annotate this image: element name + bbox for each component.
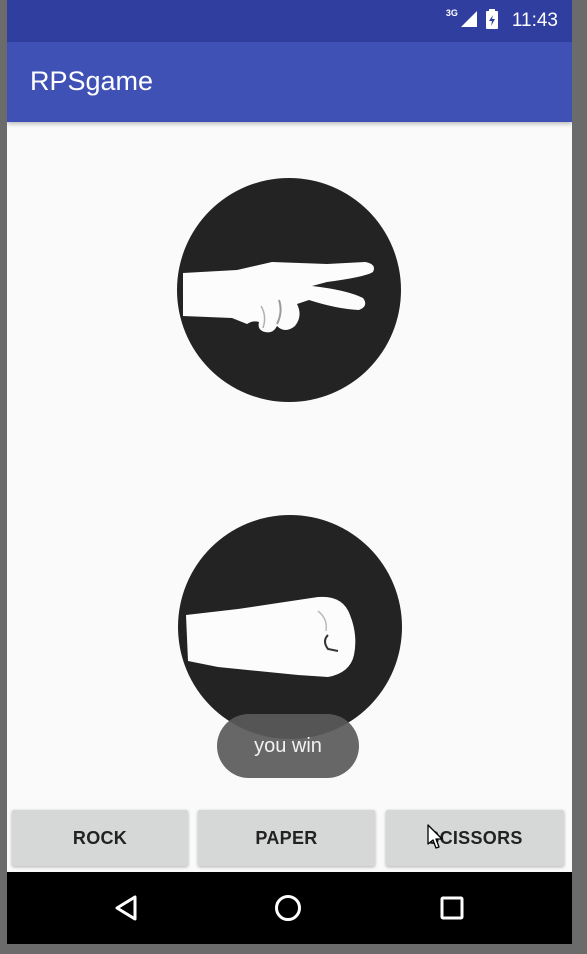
recent-apps-icon[interactable]: [436, 892, 468, 924]
result-toast: you win: [217, 714, 359, 778]
battery-icon: [485, 8, 498, 34]
status-bar: 3G 11:43: [7, 0, 572, 42]
player-hand-image: [178, 515, 402, 739]
toast-message: you win: [254, 734, 322, 757]
network-type: 3G: [445, 8, 458, 18]
emulator-frame: 3G 11:43 RPSgame you win ROCK PAPER SCIS…: [0, 0, 587, 954]
phone-screen: 3G 11:43 RPSgame you win ROCK PAPER SCIS…: [7, 0, 572, 944]
scissors-hand-icon: [183, 262, 374, 333]
paper-button[interactable]: PAPER: [198, 810, 375, 866]
rock-fist-icon: [186, 596, 356, 677]
computer-hand-image: [177, 178, 401, 402]
app-bar: RPSgame: [7, 42, 572, 122]
navigation-bar: [7, 872, 572, 944]
status-icons: 3G 11:43: [446, 0, 558, 42]
app-title: RPSgame: [30, 66, 154, 96]
signal-icon: [460, 10, 478, 33]
rock-button[interactable]: ROCK: [12, 810, 188, 866]
home-icon[interactable]: [272, 892, 304, 924]
back-icon[interactable]: [111, 892, 143, 924]
clock: 11:43: [511, 10, 558, 31]
mouse-cursor-icon: [427, 824, 443, 849]
scissors-button[interactable]: SCISSORS: [386, 810, 564, 866]
